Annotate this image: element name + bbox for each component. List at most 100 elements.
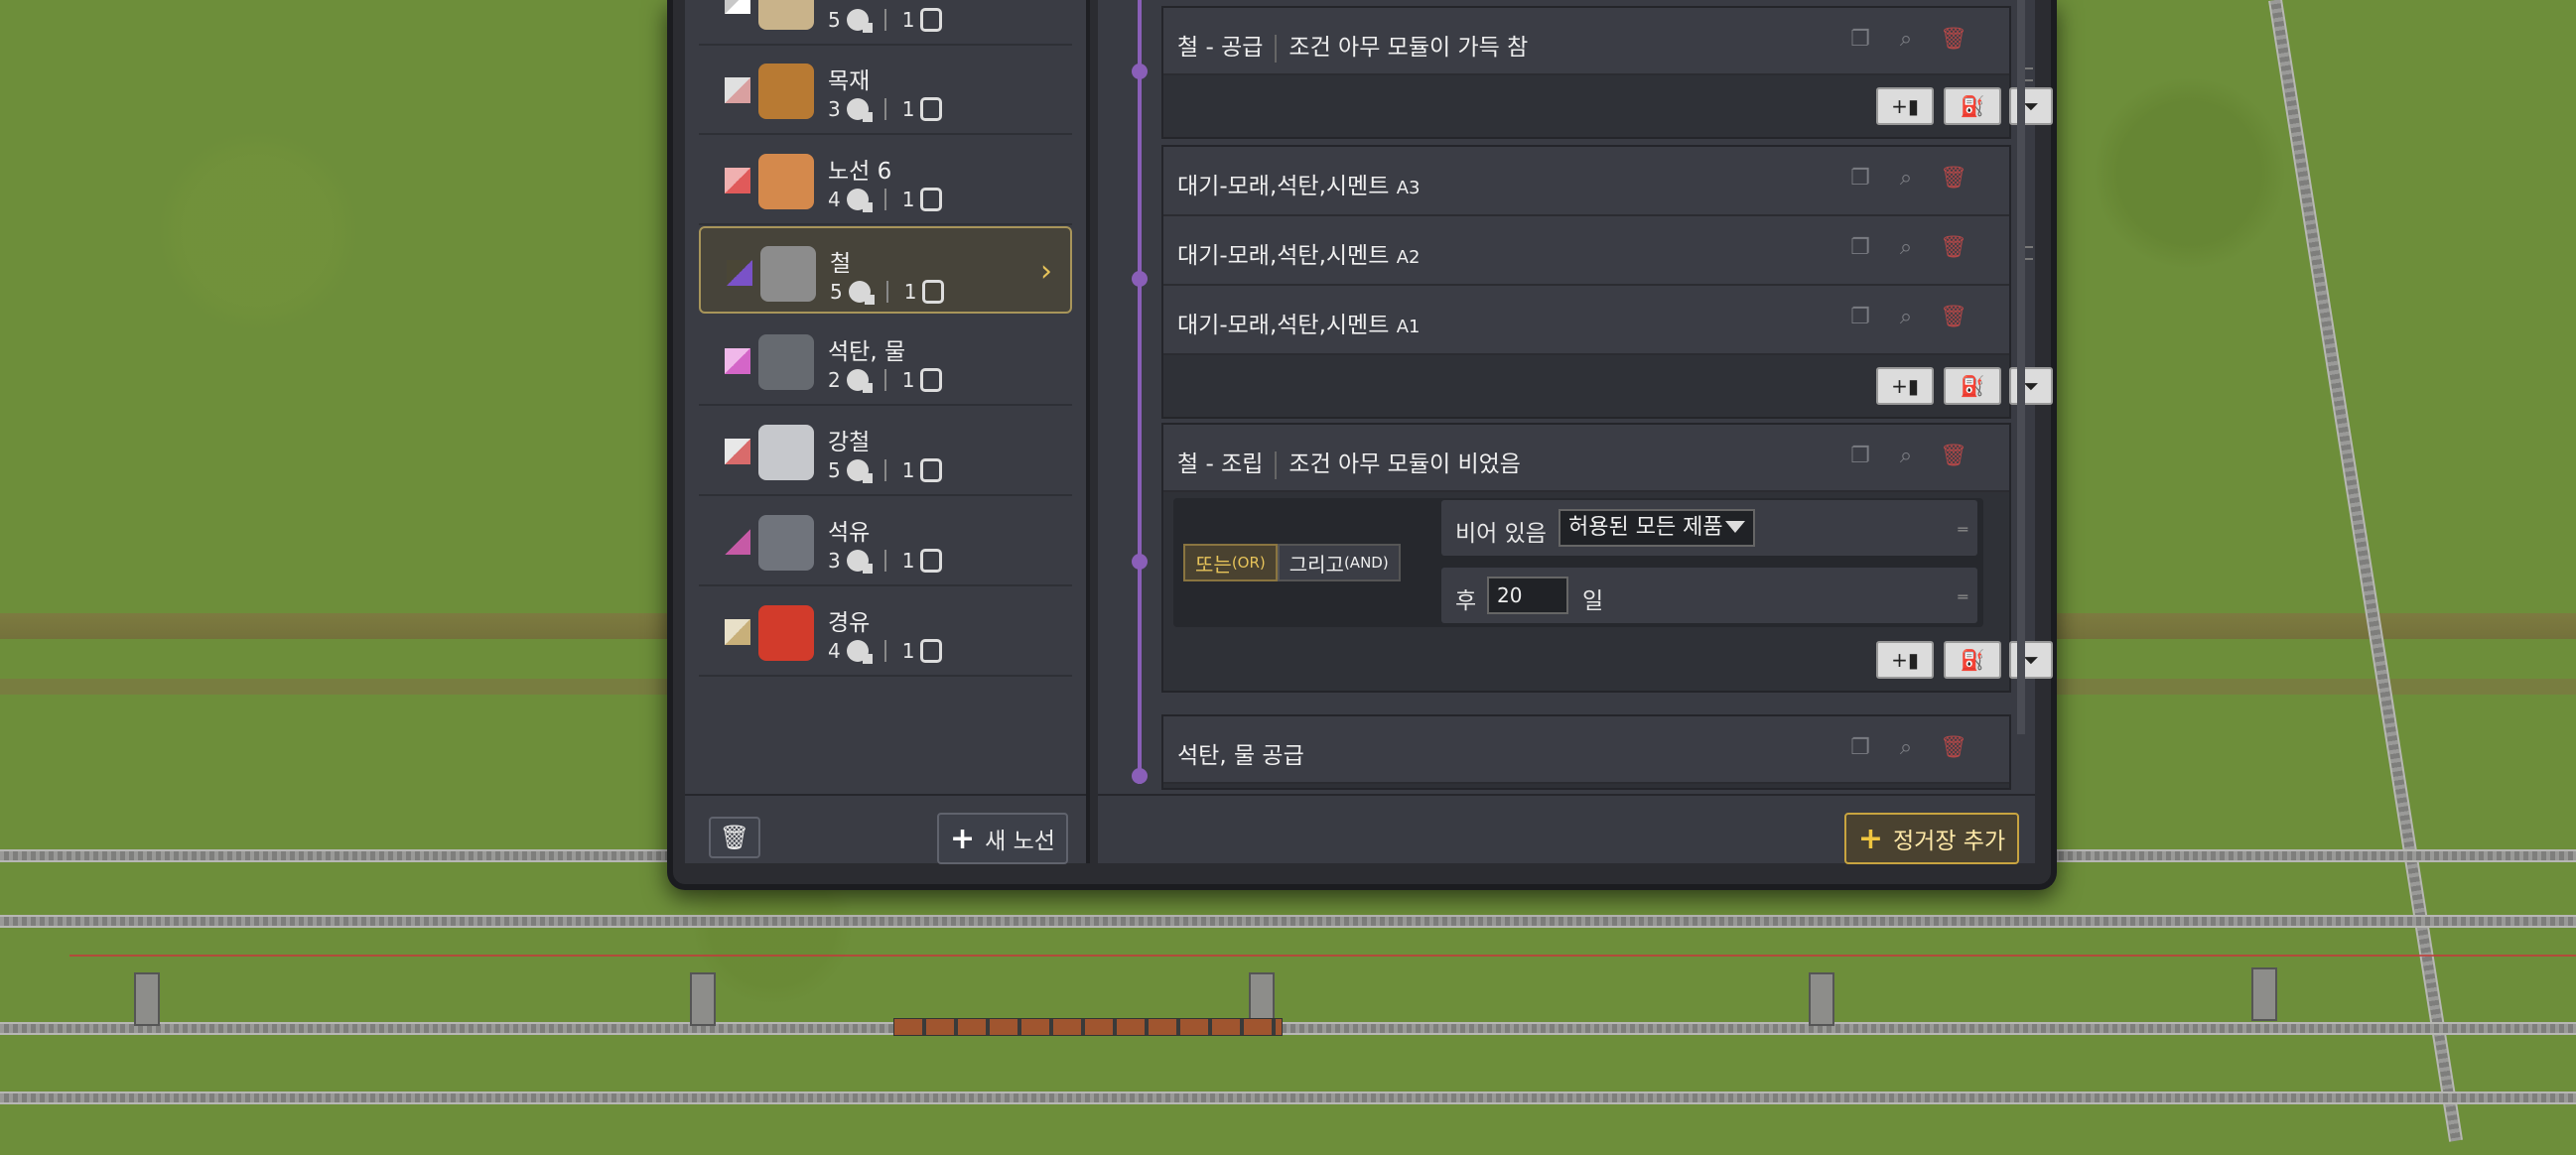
cargo-icon: [758, 154, 814, 209]
cargo-select[interactable]: 허용된 모든 제품: [1559, 509, 1755, 547]
logic-toggle: 또는 (OR) 그리고 (AND): [1183, 544, 1401, 583]
add-condition-button[interactable]: +▮: [1876, 87, 1934, 125]
cargo-icon: [760, 246, 816, 302]
signal-pole: [134, 972, 160, 1026]
or-toggle[interactable]: 또는 (OR): [1183, 544, 1278, 581]
filter-button[interactable]: ⏷: [2009, 641, 2053, 679]
line-name: 석유: [828, 520, 871, 546]
condition-box: 또는 (OR) 그리고 (AND) 비어 있음 허용된 모든 제품 ═ 후 20 일…: [1173, 498, 1983, 627]
trash-icon[interactable]: 🗑: [1940, 445, 1967, 468]
line-list-item[interactable]: 철 5 1 ›: [699, 226, 1072, 314]
line-color-swatch[interactable]: [725, 439, 750, 464]
new-line-button[interactable]: + 새 노선: [937, 813, 1068, 864]
timeline-dot: [1132, 64, 1148, 79]
stop-title: 대기-모래,석탄,시멘트 A1: [1177, 313, 1421, 338]
add-load-icon: +▮: [1891, 648, 1919, 672]
signal-pole: [690, 972, 716, 1026]
dropdown-arrow-icon: [1725, 521, 1745, 533]
days-unit: 일: [1582, 588, 1604, 614]
stop-header: 석탄, 물 공급 ❐ ⌕ 🗑: [1163, 716, 2009, 784]
duplicate-icon[interactable]: ❐: [1848, 236, 1872, 260]
duplicate-icon[interactable]: ❐: [1848, 736, 1872, 760]
filter-button[interactable]: ⏷: [2009, 87, 2053, 125]
search-icon[interactable]: ⌕: [1894, 445, 1918, 468]
line-list-item[interactable]: 노선 641: [699, 136, 1072, 225]
drag-handle-icon[interactable]: ═: [1958, 520, 1967, 539]
condition-row-time: 후 20 일 ═: [1441, 568, 1977, 623]
line-color-swatch[interactable]: [725, 619, 750, 645]
trash-icon[interactable]: 🗑: [1940, 167, 1967, 191]
line-list-item[interactable]: 강철 5 1: [699, 407, 1072, 496]
drag-handle-icon[interactable]: ═: [1958, 587, 1967, 606]
search-icon[interactable]: ⌕: [1894, 306, 1918, 329]
filter-button[interactable]: ⏷: [2009, 367, 2053, 405]
search-icon[interactable]: ⌕: [1894, 28, 1918, 52]
duplicate-icon[interactable]: ❐: [1848, 445, 1872, 468]
trash-icon[interactable]: 🗑: [1940, 306, 1967, 329]
stop-card[interactable]: 대기-모래,석탄,시멘트 A3 ❐ ⌕ 🗑 대기-모래,석탄,시멘트 A2 ❐ …: [1161, 145, 2053, 419]
stop-header: 대기-모래,석탄,시멘트 A2 ❐ ⌕ 🗑: [1163, 216, 2033, 286]
line-list-panel: 5 1 목재 3 1 노선 6 4 1 철 5 1 › 석탄, 물 2 1 강철 5 1 석유 3 1 경유 4 1 🗑 + …: [685, 0, 1090, 864]
line-name: 노선 6: [828, 159, 892, 185]
condition-editor: 또는 (OR) 그리고 (AND) 비어 있음 허용된 모든 제품 ═ 후 20 일…: [1163, 492, 2009, 629]
stop-header: 대기-모래,석탄,시멘트 A1 ❐ ⌕ 🗑: [1163, 286, 2009, 355]
scrollbar[interactable]: [2017, 0, 2025, 734]
refuel-button[interactable]: ⛽: [1944, 641, 2001, 679]
line-list-item[interactable]: 51: [699, 0, 1072, 46]
line-list-item[interactable]: 경유 4 1: [699, 587, 1072, 677]
trash-icon[interactable]: 🗑: [1940, 736, 1967, 760]
search-icon[interactable]: ⌕: [1894, 236, 1918, 260]
duplicate-icon[interactable]: ❐: [1848, 167, 1872, 191]
station-count: 3: [828, 97, 841, 121]
add-condition-button[interactable]: +▮: [1876, 367, 1934, 405]
search-icon[interactable]: ⌕: [1894, 736, 1918, 760]
stop-card[interactable]: 석탄, 물 공급 ❐ ⌕ 🗑: [1161, 714, 2011, 790]
line-list-item[interactable]: 목재 3 1: [699, 46, 1072, 135]
delete-line-button[interactable]: 🗑: [709, 817, 760, 858]
station-icon: [846, 98, 873, 122]
stop-title: 철 - 조립 조건 아무 모듈이 비었음: [1177, 445, 1521, 479]
station-icon: [846, 189, 873, 212]
line-color-swatch[interactable]: [727, 260, 752, 286]
line-stats: 51: [828, 8, 943, 33]
and-toggle[interactable]: 그리고 (AND): [1277, 544, 1401, 581]
train-count: 1: [901, 97, 915, 121]
train-count: 1: [901, 639, 915, 663]
freight-train[interactable]: [893, 1018, 1283, 1036]
trash-icon[interactable]: 🗑: [1940, 236, 1967, 260]
refuel-button[interactable]: ⛽: [1944, 367, 2001, 405]
line-color-swatch[interactable]: [725, 77, 750, 103]
station-count: 5: [830, 280, 843, 304]
line-color-swatch[interactable]: [725, 529, 750, 555]
signal-pole: [1809, 972, 1834, 1026]
line-color-swatch[interactable]: [725, 0, 750, 14]
stop-card[interactable]: 철 - 조립 조건 아무 모듈이 비었음 ❐ ⌕ 🗑 또는 (OR) 그리고 (AND…: [1161, 423, 2053, 693]
condition-label: 후: [1455, 588, 1477, 614]
stop-header: 철 - 공급 조건 아무 모듈이 가득 참 ❐ ⌕ 🗑: [1163, 8, 2033, 81]
line-stats: 51: [830, 280, 945, 305]
stop-card[interactable]: 철 - 공급 조건 아무 모듈이 가득 참 ❐ ⌕ 🗑 +▮ ⛽ ⏷: [1161, 6, 2053, 139]
scrollbar-thumb[interactable]: [2017, 0, 2025, 734]
line-stats: 31: [828, 97, 943, 122]
train-icon: [920, 368, 943, 392]
line-list-item[interactable]: 석탄, 물21: [699, 317, 1072, 406]
line-color-swatch[interactable]: [725, 168, 750, 193]
line-stats: 51: [828, 458, 943, 483]
station-count: 5: [828, 8, 841, 32]
stop-name: 철 - 조립: [1177, 451, 1264, 477]
stop-title: 철 - 공급 조건 아무 모듈이 가득 참: [1177, 28, 1528, 63]
search-icon[interactable]: ⌕: [1894, 167, 1918, 191]
trash-icon[interactable]: 🗑: [1940, 28, 1967, 52]
line-name: 강철: [828, 430, 871, 455]
line-list-item[interactable]: 석유 3 1: [699, 497, 1072, 586]
train-icon: [920, 97, 943, 121]
refuel-button[interactable]: ⛽: [1944, 87, 2001, 125]
add-condition-button[interactable]: +▮: [1876, 641, 1934, 679]
line-color-swatch[interactable]: [725, 348, 750, 374]
days-input[interactable]: 20: [1487, 577, 1568, 614]
cargo-icon: [758, 64, 814, 119]
duplicate-icon[interactable]: ❐: [1848, 28, 1872, 52]
duplicate-icon[interactable]: ❐: [1848, 306, 1872, 329]
add-stop-button[interactable]: + 정거장 추가: [1844, 813, 2019, 864]
stop-header: 대기-모래,석탄,시멘트 A3 ❐ ⌕ 🗑: [1163, 147, 2009, 216]
